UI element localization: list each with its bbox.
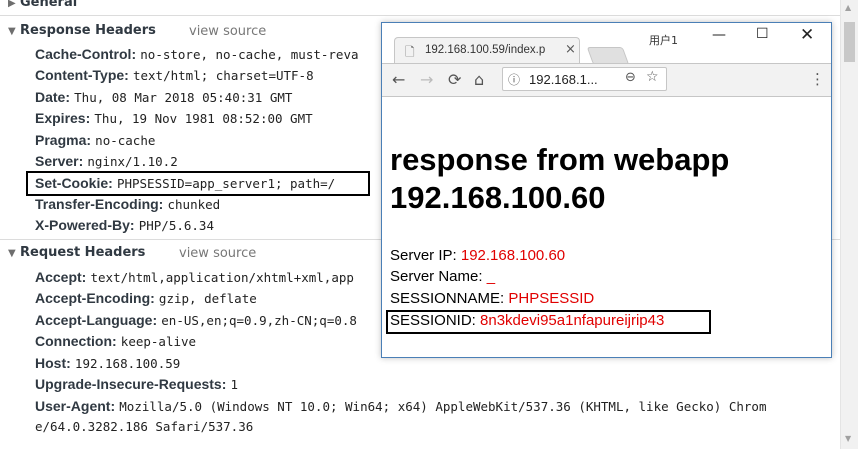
header-name: Cache-Control: [35, 46, 137, 62]
header-name: Pragma: [35, 132, 92, 148]
header-name: User-Agent: [35, 398, 116, 414]
server-ip-line: Server IP: 192.168.100.60 [390, 247, 565, 264]
reload-icon[interactable]: ⟳ [448, 70, 461, 89]
general-section-label: General [20, 0, 78, 10]
browser-window: 🗋 192.168.100.59/index.p × 用户1 — ☐ ✕ ← →… [381, 22, 832, 358]
header-row: Content-Type: text/html; charset=UTF-8 [35, 67, 314, 85]
header-value: 192.168.100.59 [74, 356, 181, 371]
vertical-scrollbar[interactable]: ▲ ▼ [840, 0, 858, 449]
star-icon[interactable]: ☆ [646, 69, 659, 85]
header-name: Accept-Encoding: [35, 290, 155, 306]
header-value: Thu, 08 Mar 2018 05:40:31 GMT [74, 90, 293, 105]
scroll-up-arrow-icon[interactable]: ▲ [845, 3, 851, 12]
info-label: SESSIONNAME: [390, 290, 509, 307]
header-row: Transfer-Encoding: chunked [35, 196, 220, 214]
zoom-icon[interactable]: ⊖ [625, 70, 636, 85]
tab-title: 192.168.100.59/index.p [425, 44, 546, 56]
triangle-right-icon: ▶ [8, 0, 16, 9]
header-value-continuation: e/64.0.3282.186 Safari/537.36 [35, 419, 254, 434]
forward-icon[interactable]: → [420, 70, 433, 89]
header-name: Transfer-Encoding: [35, 196, 164, 212]
info-icon[interactable]: ⓘ [508, 71, 520, 88]
header-row: Expires: Thu, 19 Nov 1981 08:52:00 GMT [35, 110, 313, 128]
header-name: Server: [35, 153, 84, 169]
header-name: Upgrade-Insecure-Requests: [35, 376, 227, 392]
info-label: Server IP: [390, 247, 461, 264]
page-content: response from webapp 192.168.100.60 Serv… [382, 129, 831, 357]
heading-line-1: response from webapp [390, 142, 730, 177]
maximize-icon[interactable]: ☐ [756, 26, 769, 42]
header-row: Host: 192.168.100.59 [35, 355, 180, 373]
header-value: chunked [167, 197, 221, 212]
triangle-down-icon: ▼ [8, 248, 16, 259]
title-bar: 🗋 192.168.100.59/index.p × 用户1 — ☐ ✕ [382, 23, 831, 65]
header-name: Connection: [35, 333, 117, 349]
header-row: Cache-Control: no-store, no-cache, must-… [35, 46, 359, 64]
header-row: Server: nginx/1.10.2 [35, 153, 178, 171]
address-bar[interactable]: ⓘ 192.168.1... ⊖ ☆ [502, 67, 667, 91]
browser-toolbar: ← → ⟳ ⌂ ⓘ 192.168.1... ⊖ ☆ ⋮ [382, 63, 831, 97]
header-row: Accept: text/html,application/xhtml+xml,… [35, 269, 354, 287]
header-name: Host: [35, 355, 71, 371]
header-value: Thu, 19 Nov 1981 08:52:00 GMT [94, 111, 313, 126]
page-icon: 🗋 [405, 45, 415, 59]
header-value: en-US,en;q=0.9,zh-CN;q=0.8 [161, 313, 357, 328]
header-name: Accept: [35, 269, 87, 285]
header-name: Date: [35, 89, 71, 105]
header-name: Accept-Language: [35, 312, 158, 328]
header-row: X-Powered-By: PHP/5.6.34 [35, 217, 214, 235]
header-name: X-Powered-By: [35, 217, 135, 233]
server-name-line: Server Name: _ [390, 268, 495, 285]
header-name: Expires: [35, 110, 91, 126]
scrollbar-thumb[interactable] [844, 22, 855, 62]
header-value: nginx/1.10.2 [87, 154, 178, 169]
page-heading: response from webapp 192.168.100.60 [390, 141, 729, 217]
header-row: Accept-Encoding: gzip, deflate [35, 290, 257, 308]
header-value: gzip, deflate [158, 291, 257, 306]
request-view-source-link[interactable]: view source [179, 246, 256, 261]
close-icon[interactable]: × [565, 42, 576, 57]
response-view-source-link[interactable]: view source [189, 24, 266, 39]
header-name: Content-Type: [35, 67, 129, 83]
profile-user-label[interactable]: 用户1 [649, 32, 678, 48]
session-name-line: SESSIONNAME: PHPSESSID [390, 290, 594, 307]
header-value: text/html,application/xhtml+xml,app [90, 270, 354, 285]
header-value: Mozilla/5.0 (Windows NT 10.0; Win64; x64… [119, 399, 767, 414]
back-icon[interactable]: ← [392, 70, 405, 89]
response-headers-toggle[interactable]: ▼ Response Headers [8, 23, 156, 38]
info-value: _ [486, 268, 496, 285]
browser-tab[interactable]: 🗋 192.168.100.59/index.p × [394, 37, 580, 63]
home-icon[interactable]: ⌂ [474, 70, 484, 89]
info-value: 192.168.100.60 [460, 247, 566, 264]
heading-line-2: 192.168.100.60 [390, 180, 606, 215]
triangle-down-icon: ▼ [8, 26, 16, 37]
header-value: no-store, no-cache, must-reva [140, 47, 359, 62]
header-row: User-Agent: Mozilla/5.0 (Windows NT 10.0… [35, 398, 766, 416]
close-window-icon[interactable]: ✕ [800, 25, 814, 45]
info-value: PHPSESSID [508, 290, 595, 307]
header-value: no-cache [95, 133, 156, 148]
header-value: keep-alive [120, 334, 197, 349]
set-cookie-highlight-box [26, 171, 370, 196]
minimize-icon[interactable]: — [712, 27, 726, 43]
header-row: Connection: keep-alive [35, 333, 196, 351]
info-label: Server Name: [390, 268, 487, 285]
header-value: text/html; charset=UTF-8 [132, 68, 314, 83]
section-divider [0, 15, 840, 16]
session-id-highlight-box [386, 310, 711, 334]
header-row: Pragma: no-cache [35, 132, 155, 150]
request-headers-toggle[interactable]: ▼ Request Headers [8, 245, 145, 260]
request-headers-label: Request Headers [20, 245, 146, 260]
scroll-down-arrow-icon[interactable]: ▼ [845, 434, 851, 443]
response-headers-label: Response Headers [20, 23, 156, 38]
address-url: 192.168.1... [529, 72, 598, 87]
header-value: 1 [230, 377, 239, 392]
menu-icon[interactable]: ⋮ [810, 70, 825, 88]
header-row: Date: Thu, 08 Mar 2018 05:40:31 GMT [35, 89, 292, 107]
header-value: PHP/5.6.34 [138, 218, 214, 233]
header-row: Accept-Language: en-US,en;q=0.9,zh-CN;q=… [35, 312, 357, 330]
general-section-toggle[interactable]: ▶ General [8, 0, 77, 10]
header-row: Upgrade-Insecure-Requests: 1 [35, 376, 238, 394]
